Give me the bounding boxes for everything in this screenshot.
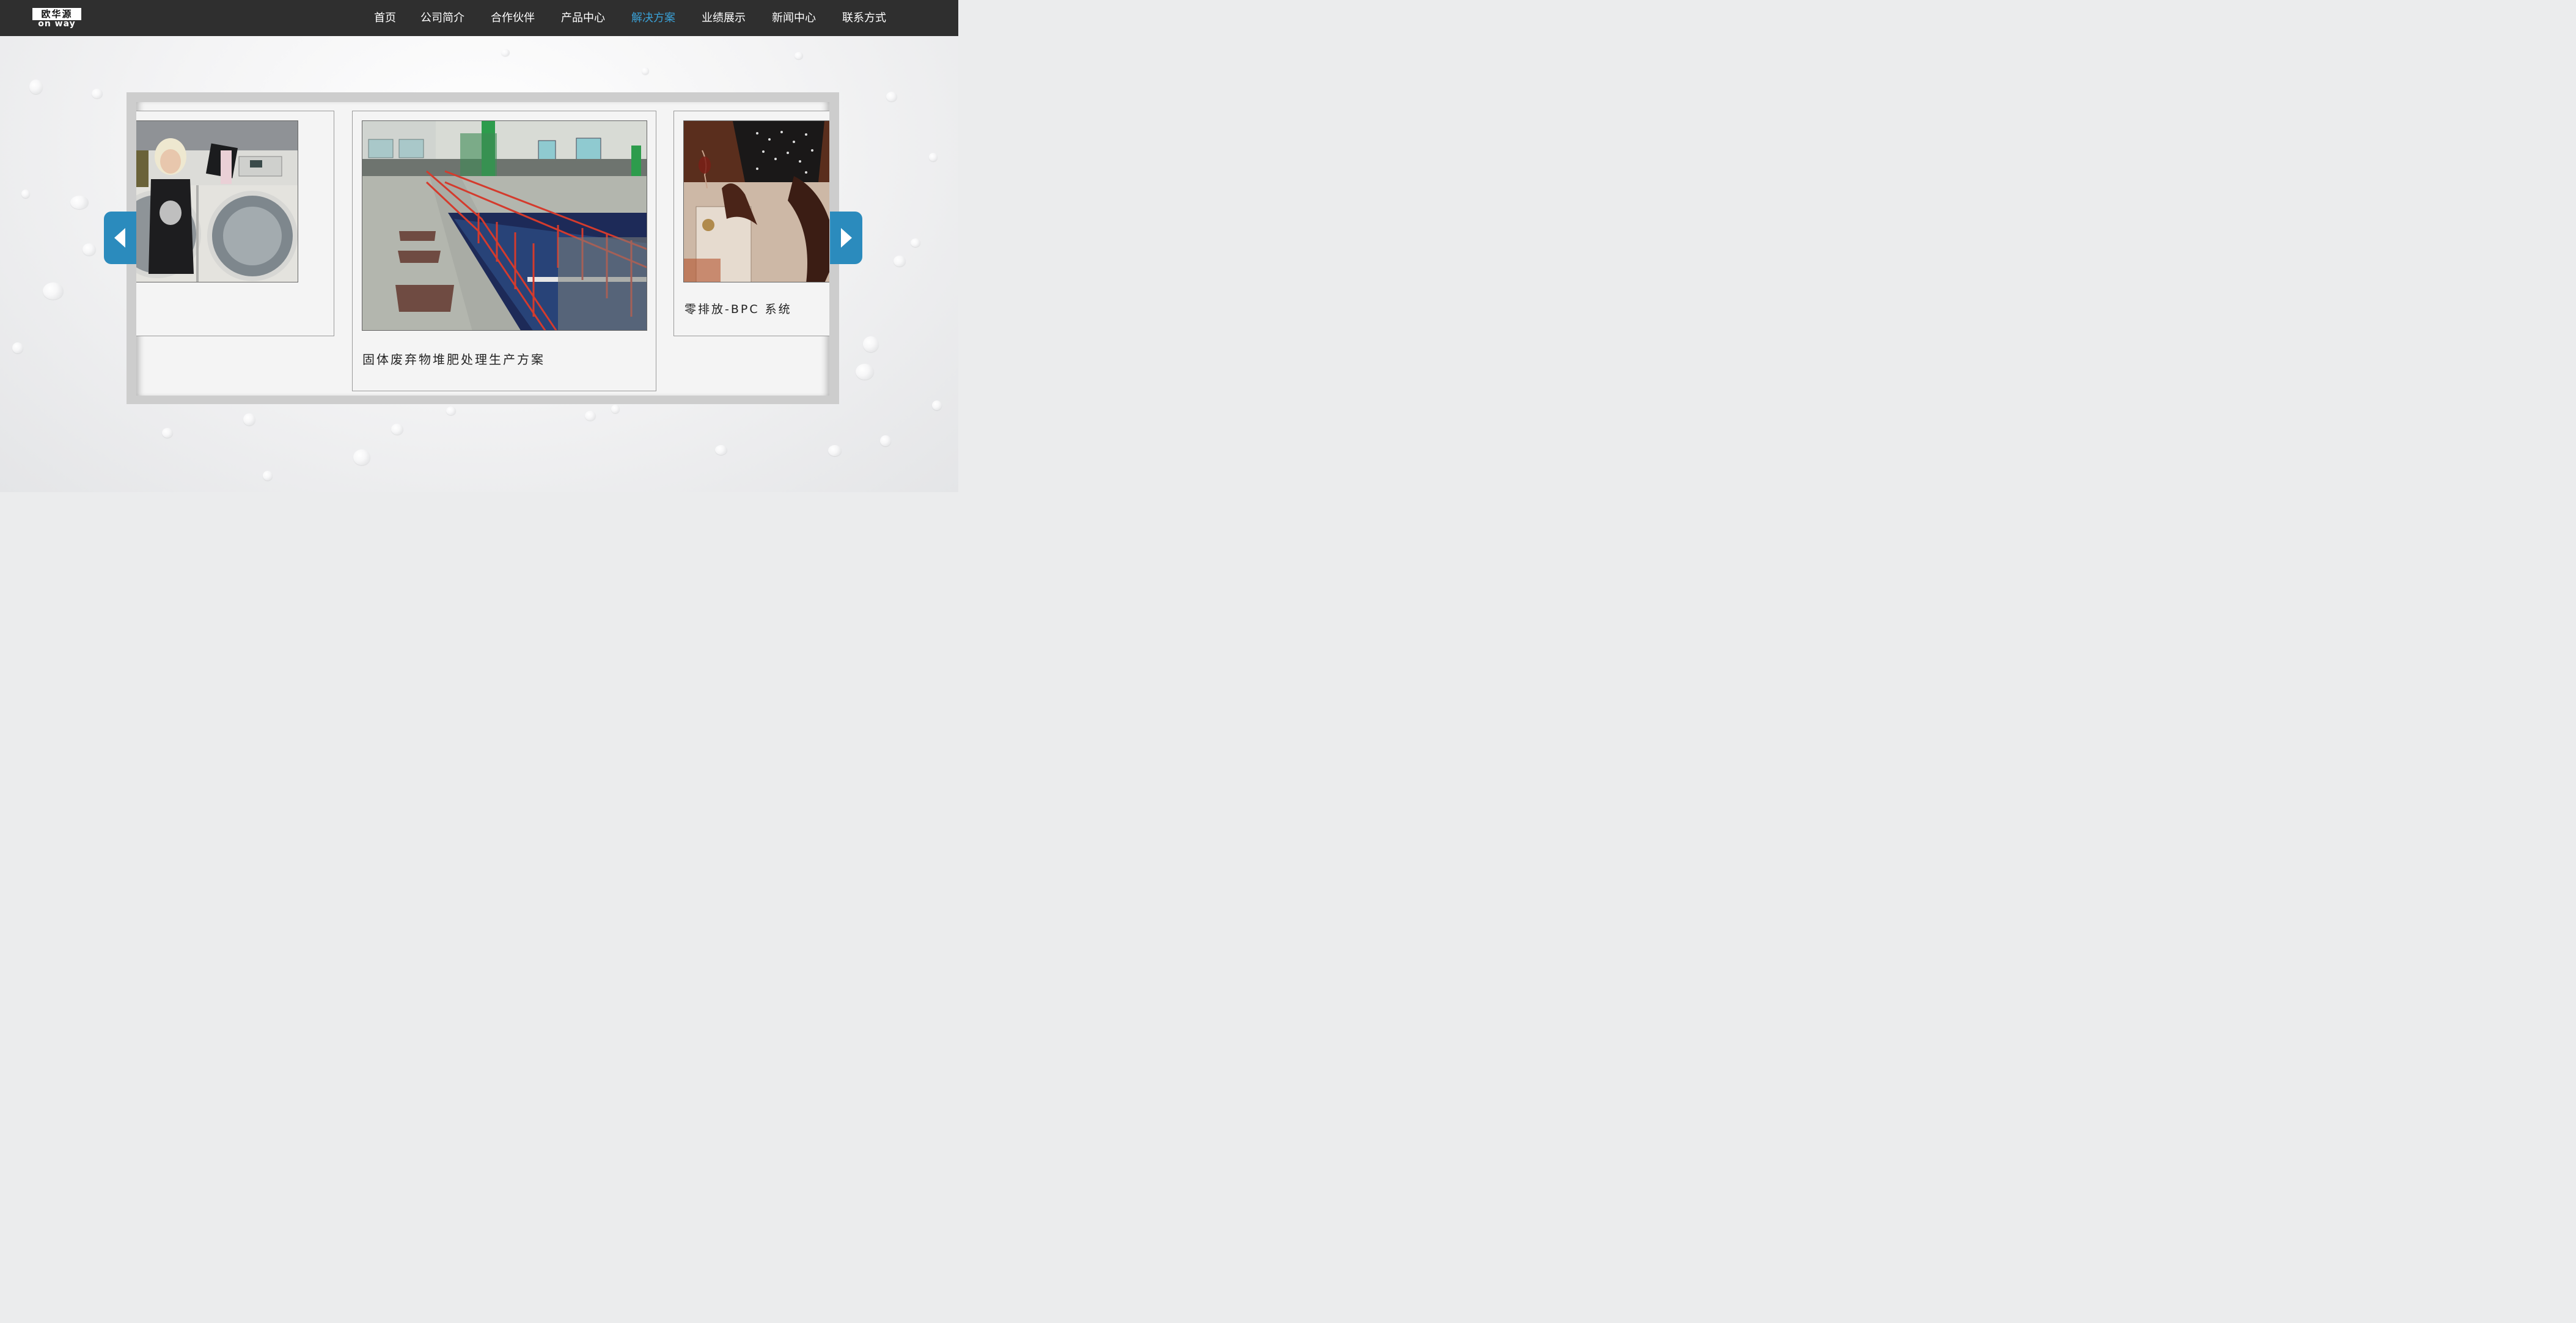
water-drop [863, 336, 879, 352]
solutions-carousel: 固体废弃物堆肥处理生产方案 零排放-BPC 系统 [127, 92, 839, 404]
water-drop [21, 190, 30, 198]
water-drop [642, 67, 649, 75]
water-drop [794, 52, 803, 59]
slide-caption: 零排放-BPC 系统 [684, 303, 792, 316]
water-drop [585, 411, 596, 421]
logo-chinese-text: 欧华源 [32, 8, 81, 20]
nav-item-achievements[interactable]: 业绩展示 [702, 0, 746, 36]
water-drop [12, 342, 23, 353]
factory-compost-photo [362, 120, 647, 331]
dishwasher-photo [683, 120, 829, 282]
water-drop [353, 449, 370, 465]
water-drop [29, 79, 43, 94]
water-drop [715, 445, 727, 455]
nav-item-home[interactable]: 首页 [374, 0, 396, 36]
water-drop [70, 196, 89, 209]
slide-card-zero-discharge-bpc[interactable]: 零排放-BPC 系统 [673, 111, 829, 336]
water-drop [83, 243, 96, 256]
water-drop [880, 435, 891, 446]
slide-caption: 固体废弃物堆肥处理生产方案 [362, 352, 545, 367]
water-drop [929, 153, 938, 161]
water-drop [894, 256, 906, 267]
water-drop [856, 364, 874, 380]
water-drop [501, 49, 510, 56]
top-navigation-bar: 欧华源 on way 首页 公司简介 合作伙伴 产品中心 解决方案 业绩展示 新… [0, 0, 958, 36]
water-drop [92, 89, 103, 98]
logo-english-text: on way [38, 19, 76, 29]
water-drop [391, 424, 403, 435]
chevron-right-icon [841, 228, 852, 248]
carousel-prev-button[interactable] [104, 212, 136, 264]
water-drop [932, 400, 942, 410]
water-drop [446, 407, 456, 415]
nav-item-contact[interactable]: 联系方式 [842, 0, 886, 36]
nav-item-partners[interactable]: 合作伙伴 [491, 0, 535, 36]
nav-item-products[interactable]: 产品中心 [561, 0, 605, 36]
carousel-viewport: 固体废弃物堆肥处理生产方案 零排放-BPC 系统 [136, 102, 829, 396]
water-drop [263, 471, 273, 481]
water-drop [43, 282, 64, 300]
brand-logo[interactable]: 欧华源 on way [32, 8, 81, 28]
nav-item-company-profile[interactable]: 公司简介 [420, 0, 464, 36]
water-drop [828, 445, 842, 456]
slide-card-laundry[interactable] [136, 111, 334, 336]
carousel-next-button[interactable] [830, 212, 862, 264]
nav-item-news[interactable]: 新闻中心 [772, 0, 816, 36]
slide-card-solid-waste-compost[interactable]: 固体废弃物堆肥处理生产方案 [352, 111, 656, 391]
chevron-left-icon [114, 228, 125, 248]
water-drop [611, 405, 620, 413]
water-drop [886, 92, 897, 101]
water-drop [911, 238, 920, 247]
water-drop [243, 413, 255, 426]
water-drop [162, 428, 173, 438]
laundry-photo [136, 120, 298, 282]
nav-item-solutions[interactable]: 解决方案 [631, 0, 675, 36]
